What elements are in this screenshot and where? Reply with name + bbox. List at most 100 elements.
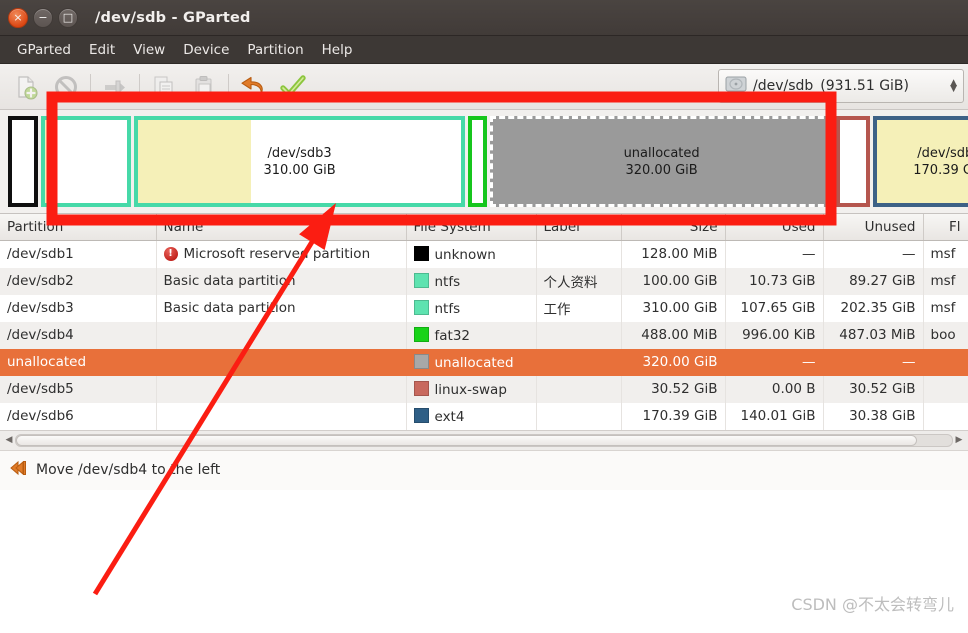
table-row[interactable]: /dev/sdb5 linux-swap 30.52 GiB 0.00 B 30.52 …	[0, 375, 968, 403]
cell-unused: —	[823, 348, 924, 376]
partition-graphic: /dev/sdb3 310.00 GiB unallocated 320.00 GiB…	[0, 110, 968, 214]
cell-filesystem: unknown	[406, 240, 537, 268]
filesystem-text: unallocated	[434, 354, 514, 371]
column-header-unused[interactable]: Unused	[823, 214, 924, 241]
maximize-icon[interactable]: □	[58, 7, 78, 28]
cell-partition: /dev/sdb5	[0, 375, 157, 403]
column-header-size[interactable]: Size	[621, 214, 726, 241]
device-size: (931.51 GiB)	[820, 78, 909, 94]
cell-label	[536, 240, 622, 268]
toolbar-separator	[139, 73, 140, 100]
partition-block-sdb1[interactable]	[8, 116, 39, 207]
table-row[interactable]: /dev/sdb4 fat32 488.00 MiB 996.00 KiB 487.03…	[0, 321, 968, 349]
menu-gparted[interactable]: GParted	[8, 40, 80, 60]
partition-block-sdb6[interactable]: /dev/sdb6170.39 GiB	[873, 116, 968, 207]
status-text: Move /dev/sdb4 to the left	[36, 462, 221, 478]
cell-label	[536, 348, 622, 376]
filesystem-color-swatch	[413, 380, 429, 396]
move-left-icon	[8, 460, 26, 480]
cell-used: —	[725, 348, 824, 376]
resize-move-icon[interactable]	[95, 67, 135, 107]
scroll-right-icon[interactable]: ▶	[953, 435, 965, 445]
cell-flags: msf	[923, 240, 968, 268]
table-header-row: Partition Name File System Label Size Us…	[0, 214, 968, 241]
menu-edit[interactable]: Edit	[80, 40, 124, 60]
partition-table: Partition Name File System Label Size Us…	[0, 214, 968, 430]
column-header-label[interactable]: Label	[536, 214, 622, 241]
menu-view[interactable]: View	[124, 40, 174, 60]
column-header-partition[interactable]: Partition	[0, 214, 157, 241]
table-row[interactable]: /dev/sdb3 Basic data partition ntfs 工作 310.0…	[0, 294, 968, 322]
scroll-left-icon[interactable]: ◀	[3, 435, 15, 445]
undo-icon[interactable]	[233, 67, 273, 107]
column-header-flags[interactable]: Fl	[923, 214, 968, 241]
cell-used: —	[725, 240, 824, 268]
cell-partition: unallocated	[0, 348, 157, 376]
scrollbar-track[interactable]	[15, 433, 953, 447]
horizontal-scrollbar[interactable]: ◀ ▶	[0, 429, 968, 450]
cell-size: 320.00 GiB	[621, 348, 726, 376]
minimize-icon[interactable]: −	[33, 7, 53, 28]
cell-flags: msf	[923, 267, 968, 295]
filesystem-color-swatch	[413, 353, 429, 369]
cell-used: 0.00 B	[725, 375, 824, 403]
menu-help[interactable]: Help	[313, 40, 362, 60]
table-row[interactable]: unallocated unallocated 320.00 GiB — —	[0, 348, 968, 376]
cell-filesystem: unallocated	[406, 348, 537, 376]
cell-used: 10.73 GiB	[725, 267, 824, 295]
menu-device[interactable]: Device	[174, 40, 238, 60]
table-row[interactable]: /dev/sdb2 Basic data partition ntfs 个人资料 100…	[0, 267, 968, 295]
device-selector[interactable]: /dev/sdb (931.51 GiB) ▲ ▼	[718, 69, 964, 103]
new-partition-icon[interactable]	[6, 67, 46, 107]
device-name: /dev/sdb	[753, 78, 814, 94]
table-row[interactable]: /dev/sdb1! Microsoft reserved partition un…	[0, 240, 968, 268]
cell-partition: /dev/sdb6	[0, 402, 157, 430]
spinner-arrows-icon[interactable]: ▲ ▼	[950, 79, 957, 94]
partition-block-sdb3[interactable]: /dev/sdb3 310.00 GiB	[133, 116, 466, 207]
cell-filesystem: ntfs	[406, 294, 537, 322]
used-space-bar	[12, 120, 35, 203]
partition-block-sdb5[interactable]	[835, 116, 871, 207]
filesystem-text: ntfs	[434, 300, 461, 317]
window-title: /dev/sdb - GParted	[95, 9, 251, 26]
cell-name: ! Microsoft reserved partition	[156, 240, 407, 268]
cell-flags	[923, 348, 968, 376]
used-space-bar	[137, 120, 252, 203]
menu-partition[interactable]: Partition	[238, 40, 312, 60]
cell-size: 310.00 GiB	[621, 294, 726, 322]
cell-filesystem: ntfs	[406, 267, 537, 295]
filesystem-color-swatch	[413, 245, 429, 261]
cell-partition: /dev/sdb3	[0, 294, 157, 322]
menubar: GParted Edit View Device Partition Help	[0, 36, 968, 64]
table-row[interactable]: /dev/sdb6 ext4 170.39 GiB 140.01 GiB 30.38 G…	[0, 402, 968, 430]
cell-name: Basic data partition	[156, 294, 407, 322]
cell-size: 170.39 GiB	[621, 402, 726, 430]
cell-label: 工作	[536, 294, 622, 322]
cell-flags: msf	[923, 294, 968, 322]
cell-unused: 487.03 MiB	[823, 321, 924, 349]
partition-block-unallocated[interactable]: unallocated 320.00 GiB	[490, 116, 833, 207]
delete-partition-icon[interactable]	[46, 67, 86, 107]
filesystem-text: fat32	[434, 327, 471, 344]
copy-icon[interactable]	[144, 67, 184, 107]
apply-icon[interactable]	[273, 67, 313, 107]
partition-block-sdb2[interactable]	[41, 116, 131, 207]
warning-icon: !	[163, 247, 178, 261]
column-header-name[interactable]: Name	[156, 214, 407, 241]
scrollbar-thumb[interactable]	[16, 434, 917, 446]
cell-unused: —	[823, 240, 924, 268]
cell-used: 996.00 KiB	[725, 321, 824, 349]
column-header-used[interactable]: Used	[725, 214, 824, 241]
partition-block-label: unallocated 320.00 GiB	[623, 145, 700, 178]
partition-block-sdb4[interactable]	[468, 116, 488, 207]
partition-block-label: /dev/sdb3 310.00 GiB	[263, 145, 336, 178]
watermark: CSDN @不太会转弯儿	[791, 595, 954, 614]
harddisk-icon	[725, 75, 747, 97]
cell-used: 107.65 GiB	[725, 294, 824, 322]
filesystem-text: ntfs	[434, 273, 461, 290]
cell-flags: boo	[923, 321, 968, 349]
column-header-filesystem[interactable]: File System	[406, 214, 537, 241]
paste-icon[interactable]	[184, 67, 224, 107]
close-icon[interactable]: ×	[8, 7, 28, 28]
toolbar: /dev/sdb (931.51 GiB) ▲ ▼	[0, 64, 968, 110]
